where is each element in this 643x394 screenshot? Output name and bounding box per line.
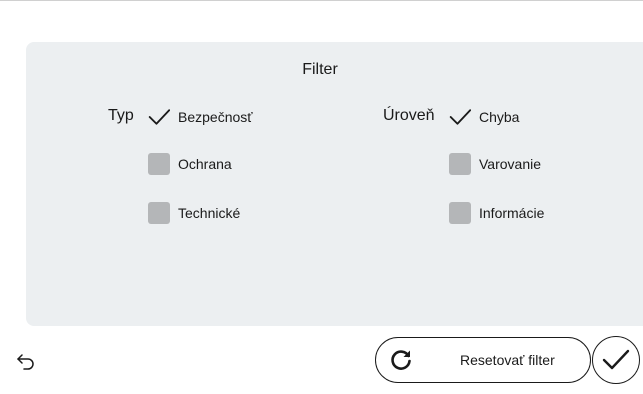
checkbox-label: Ochrana: [178, 156, 232, 172]
back-arrow-icon: [17, 354, 34, 370]
checkbox-label: Varovanie: [479, 156, 542, 172]
panel-title: Filter: [302, 61, 338, 78]
confirm-button[interactable]: [592, 336, 640, 384]
filter-screen: Filter Typ Bezpečnosť Ochrana Technické …: [0, 0, 643, 394]
checkbox-label: Chyba: [479, 109, 520, 125]
checkbox-checked-icon: [449, 106, 471, 128]
checkmark-icon: [602, 349, 630, 370]
checkbox-label: Informácie: [479, 205, 545, 221]
checkbox-label: Technické: [178, 205, 241, 221]
refresh-icon: [388, 347, 414, 373]
checkbox-unchecked-icon: [449, 202, 471, 224]
checkbox-checked-icon: [148, 106, 170, 128]
level-group-label: Úroveň: [383, 107, 435, 124]
reset-filter-button[interactable]: Resetovať filter: [375, 337, 591, 383]
checkbox-technicke[interactable]: Technické: [148, 202, 240, 224]
checkbox-chyba[interactable]: Chyba: [449, 106, 519, 128]
type-group-label: Typ: [108, 107, 134, 124]
checkbox-bezpecnost[interactable]: Bezpečnosť: [148, 106, 253, 128]
checkbox-unchecked-icon: [148, 202, 170, 224]
filter-panel: [26, 42, 643, 326]
checkbox-label: Bezpečnosť: [178, 109, 253, 125]
checkbox-informacie[interactable]: Informácie: [449, 202, 544, 224]
checkbox-ochrana[interactable]: Ochrana: [148, 153, 232, 175]
top-divider: [0, 0, 643, 1]
back-button[interactable]: [14, 350, 38, 374]
checkbox-varovanie[interactable]: Varovanie: [449, 153, 541, 175]
checkbox-unchecked-icon: [148, 153, 170, 175]
checkbox-unchecked-icon: [449, 153, 471, 175]
reset-filter-label: Resetovať filter: [460, 352, 555, 368]
